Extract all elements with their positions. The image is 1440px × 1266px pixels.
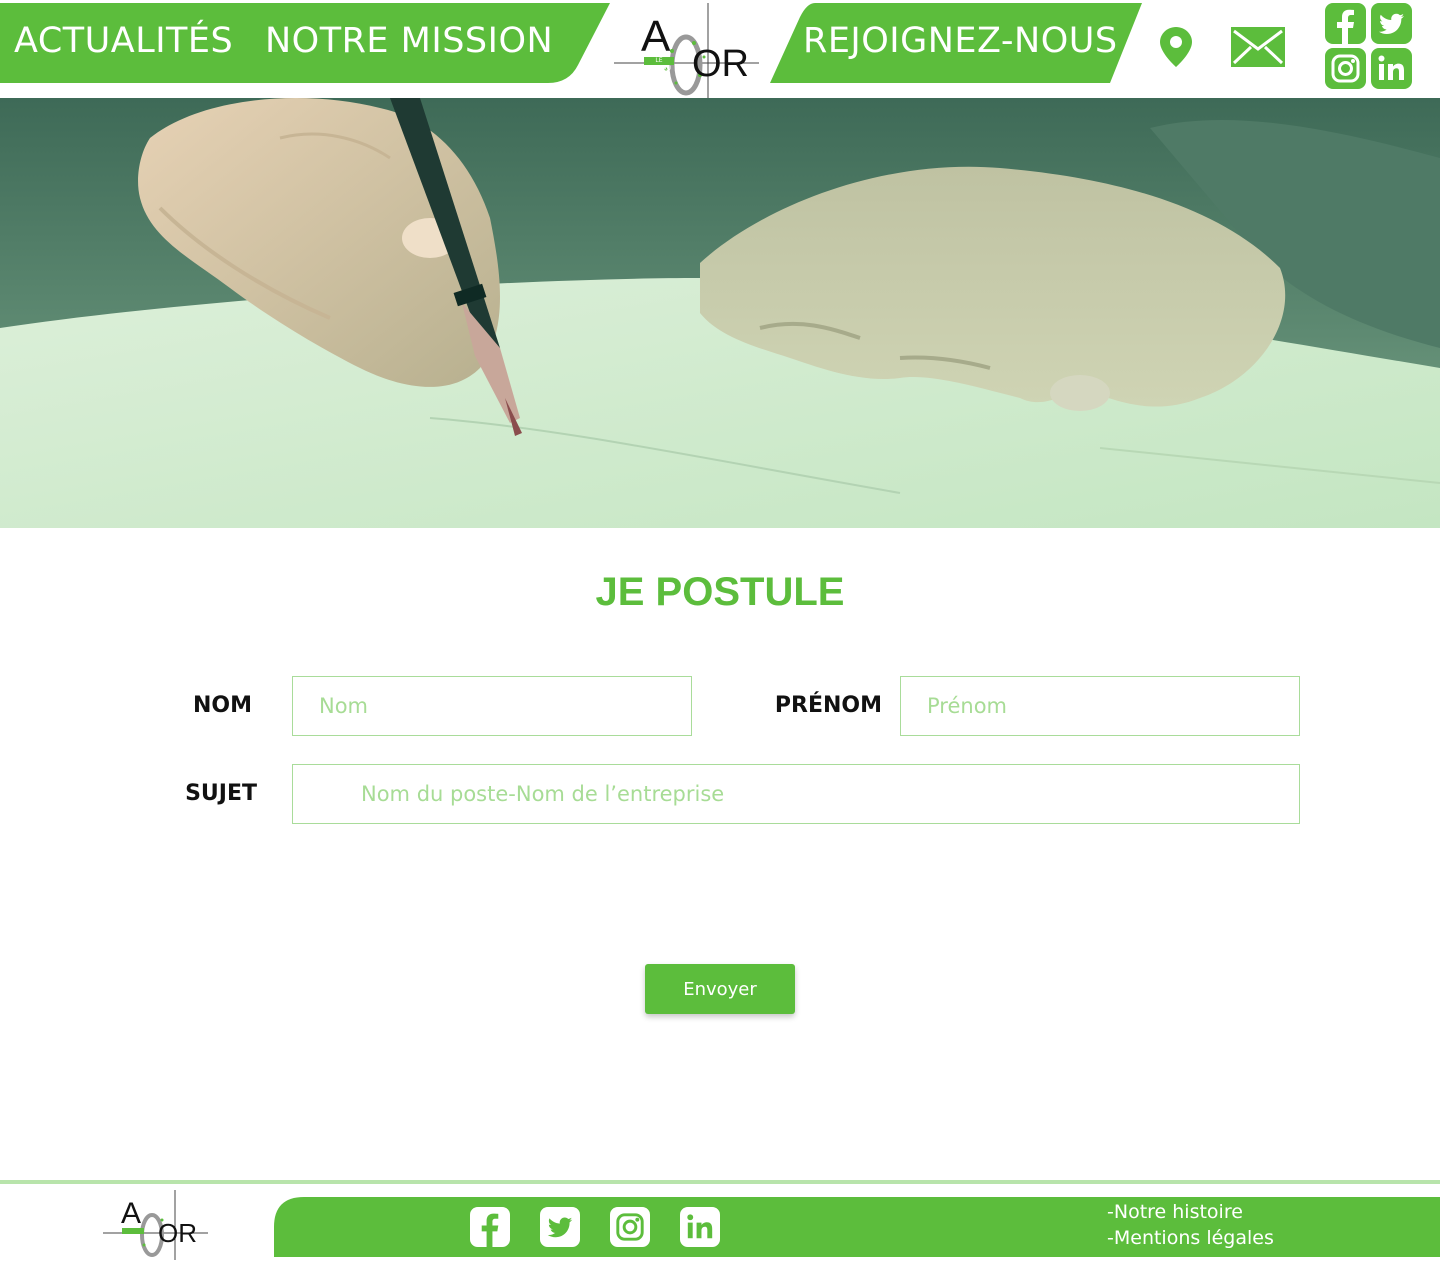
nav-left-banner: ACTUALITÉS NOTRE MISSION	[0, 3, 610, 83]
logo-tagline: LE RESEAU	[644, 57, 674, 72]
facebook-icon[interactable]	[470, 1207, 510, 1247]
hero-writing-hand-illustration	[0, 98, 1440, 528]
prenom-label: PRÉNOM	[774, 693, 882, 718]
nav-actualites-link[interactable]: ACTUALITÉS	[14, 21, 233, 61]
footer-logo[interactable]: A OR	[100, 1190, 210, 1260]
footer-link-mentions[interactable]: -Mentions légales	[1107, 1225, 1274, 1251]
nav-right-banner: REJOIGNEZ-NOUS	[770, 3, 1142, 83]
twitter-icon[interactable]	[1371, 3, 1412, 44]
facebook-icon[interactable]	[1325, 3, 1366, 44]
footer-logo-letter-a: A	[121, 1197, 142, 1230]
instagram-icon[interactable]	[1325, 48, 1366, 89]
linkedin-icon[interactable]	[680, 1207, 720, 1247]
send-button[interactable]: Envoyer	[645, 964, 795, 1014]
nom-input[interactable]	[292, 676, 692, 736]
prenom-input[interactable]	[900, 676, 1300, 736]
footer-links: -Notre histoire -Mentions légales	[1107, 1199, 1274, 1251]
nav-join-link[interactable]: REJOIGNEZ-NOUS	[803, 21, 1118, 61]
nav-mission-link[interactable]: NOTRE MISSION	[265, 21, 553, 61]
page: ACTUALITÉS NOTRE MISSION A OR LE RESEAU	[0, 0, 1440, 1266]
footer-divider	[0, 1180, 1440, 1184]
location-icon[interactable]	[1160, 27, 1192, 67]
nom-label: NOM	[192, 693, 252, 718]
site-header: ACTUALITÉS NOTRE MISSION A OR LE RESEAU	[0, 0, 1440, 98]
sujet-label: SUJET	[185, 781, 257, 806]
logo-letter-a: A	[641, 12, 671, 61]
footer-link-histoire[interactable]: -Notre histoire	[1107, 1199, 1274, 1225]
page-title: JE POSTULE	[595, 570, 845, 614]
footer-logo-letters-or: OR	[158, 1218, 197, 1248]
logo-letters-or: OR	[692, 43, 749, 85]
linkedin-icon[interactable]	[1371, 48, 1412, 89]
mail-icon[interactable]	[1231, 27, 1285, 67]
twitter-icon[interactable]	[540, 1207, 580, 1247]
site-logo[interactable]: A OR LE RESEAU	[614, 3, 759, 98]
sujet-input[interactable]	[292, 764, 1300, 824]
hero-image	[0, 98, 1440, 528]
instagram-icon[interactable]	[610, 1207, 650, 1247]
